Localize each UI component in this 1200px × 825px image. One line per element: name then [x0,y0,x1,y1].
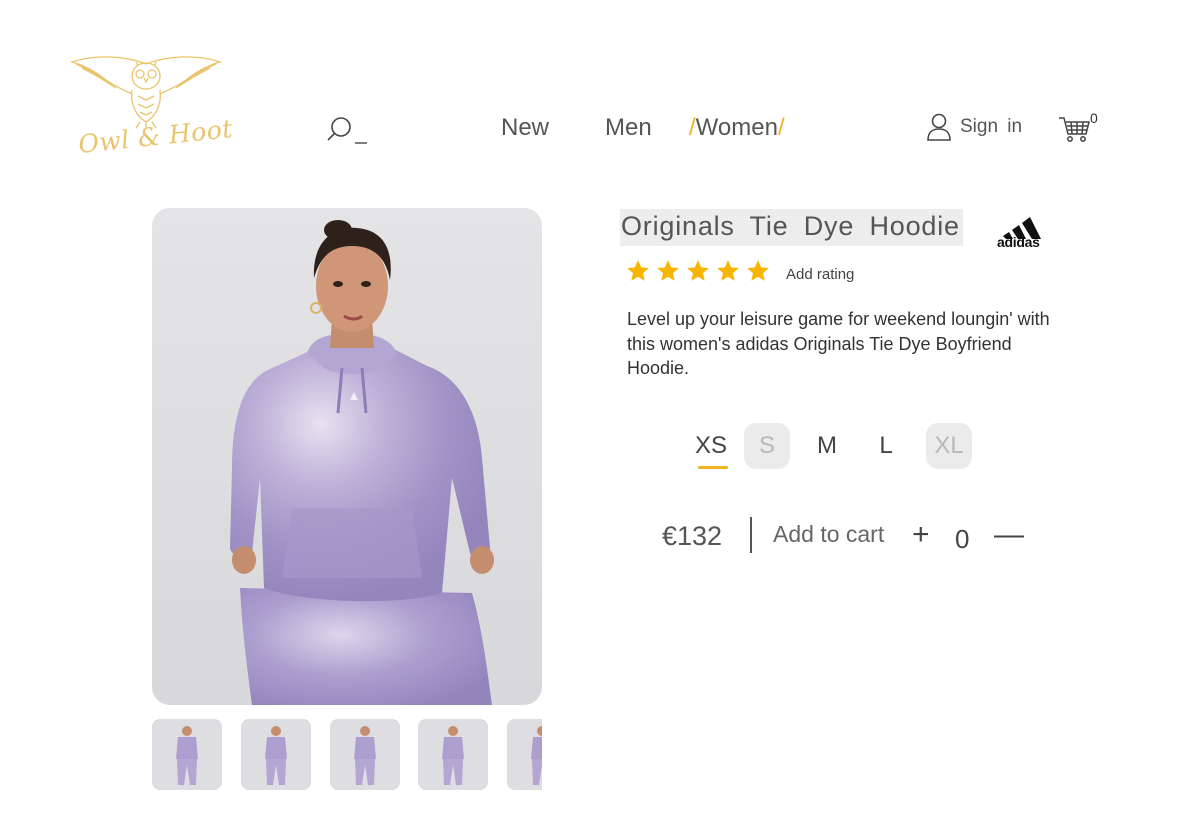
size-option-s[interactable]: S [744,423,790,469]
size-option-xl[interactable]: XL [926,423,972,469]
nav-women[interactable]: /Women/ [689,114,785,142]
size-option-l[interactable]: L [863,423,909,469]
star-rating[interactable] [625,258,771,284]
brand-logo[interactable]: Owl & Hoot [66,50,234,160]
thumbnail-strip[interactable] [152,719,542,791]
nav-active-marker-left: / [689,114,696,141]
thumbnail[interactable] [507,719,542,790]
sign-in-link[interactable]: Sign in [926,112,1022,142]
cart-count-badge: 0 [1090,110,1098,126]
nav-men[interactable]: Men [605,114,652,142]
search-icon [327,117,367,144]
nav-active-marker-right: / [777,114,785,141]
star-icon[interactable] [685,258,711,284]
adidas-logo-icon: adidas [995,210,1051,250]
add-rating-link[interactable]: Add rating [786,266,854,283]
user-icon [927,113,951,141]
product-title: Originals Tie Dye Hoodie [620,209,963,246]
thumbnail[interactable] [152,719,222,790]
quantity-decrease-button[interactable]: — [994,519,1024,551]
search-button[interactable] [325,114,371,146]
price-divider [750,517,752,553]
product-description: Level up your leisure game for weekend l… [627,309,1050,378]
product-photo-illustration [230,220,494,705]
product-price: €132 [662,521,723,551]
thumbnail[interactable] [418,719,488,790]
size-option-m[interactable]: M [804,423,850,469]
nav-women-label: Women [695,114,778,141]
size-option-xs[interactable]: XS [688,423,734,469]
thumbnail[interactable] [330,719,400,790]
star-icon[interactable] [625,258,651,284]
sign-in-label: Sign in [960,116,1023,137]
cart-button[interactable]: 0 [1058,110,1104,148]
product-main-image [152,208,542,705]
quantity-increase-button[interactable]: + [912,519,930,551]
quantity-value: 0 [955,524,970,554]
nav-new[interactable]: New [501,114,549,142]
star-icon[interactable] [715,258,741,284]
thumbnail[interactable] [241,719,311,790]
cart-icon [1059,117,1090,142]
add-to-cart-button[interactable]: Add to cart [773,521,884,548]
brand-name: adidas [997,234,1040,250]
purchase-row: €132 Add to cart + 0 — [662,515,1062,559]
star-icon[interactable] [655,258,681,284]
star-icon[interactable] [745,258,771,284]
